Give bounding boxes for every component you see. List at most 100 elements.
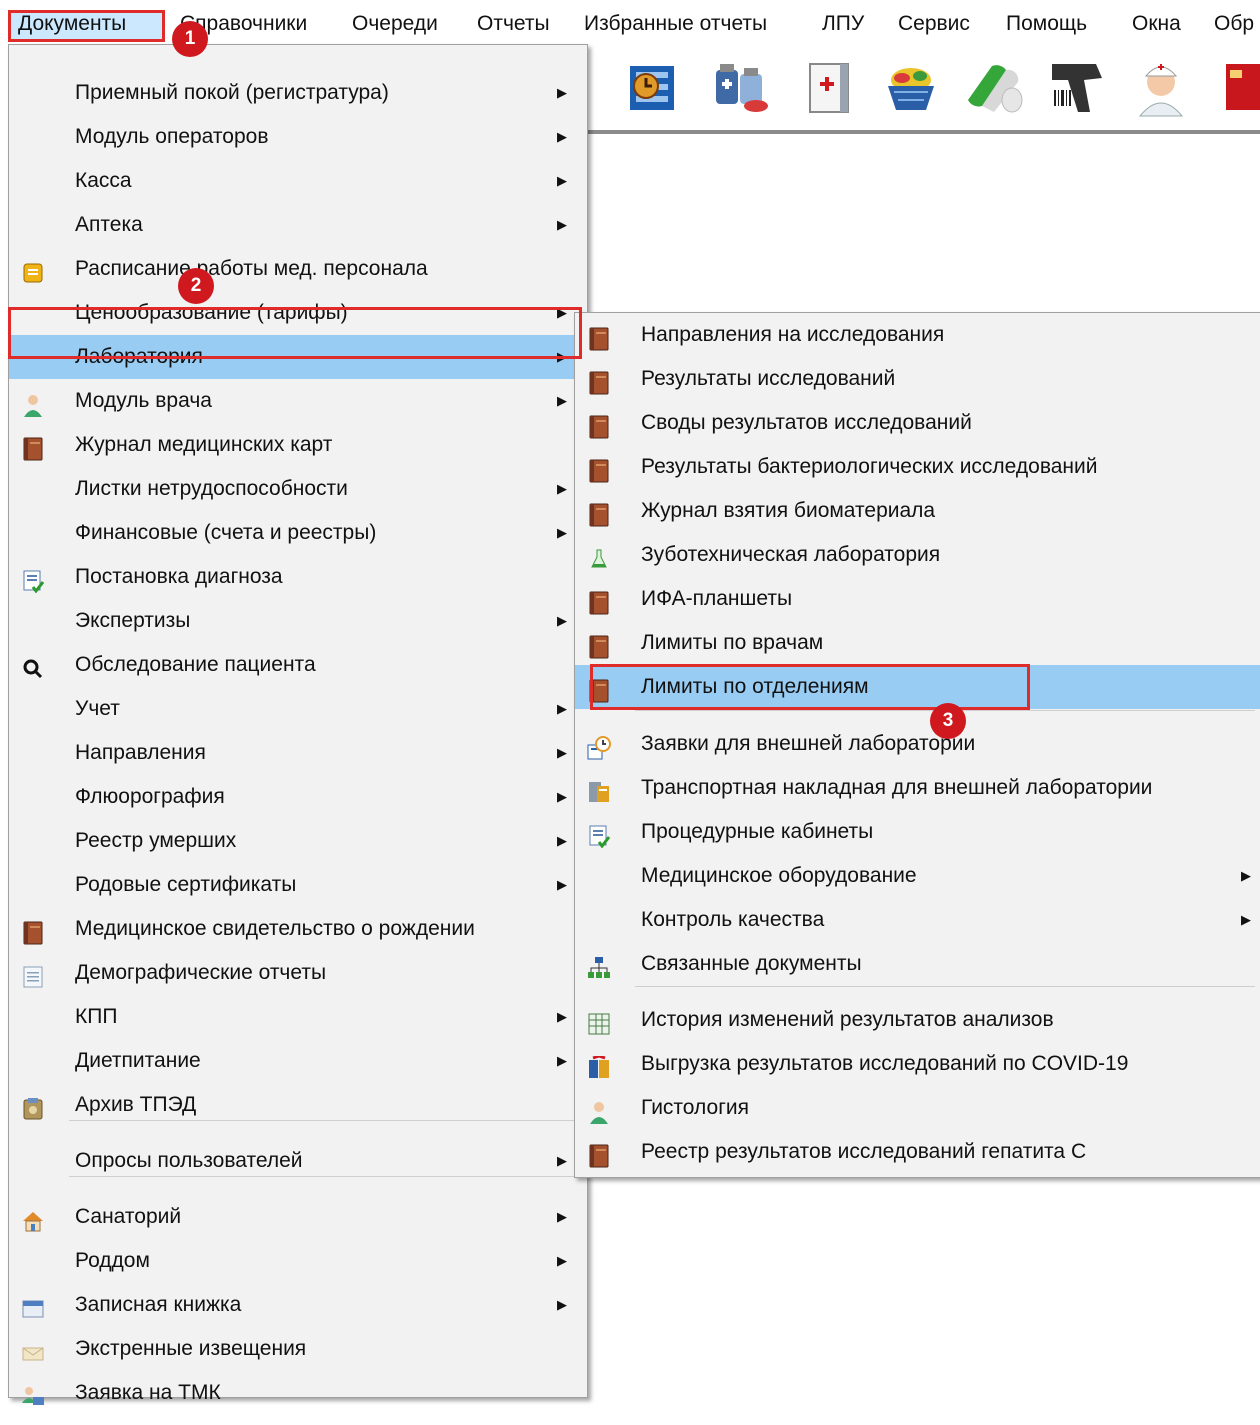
sub_menu-item[interactable]: Журнал взятия биоматериала bbox=[575, 489, 1260, 533]
main_menu-item[interactable]: Модуль врача ▶ bbox=[9, 379, 585, 423]
menu-windows[interactable]: Окна bbox=[1132, 10, 1181, 40]
main_menu-item[interactable]: Обследование пациента bbox=[9, 643, 585, 687]
sub_menu-item[interactable]: Зуботехническая лаборатория bbox=[575, 533, 1260, 577]
sub_menu-item[interactable]: История изменений результатов анализов bbox=[575, 998, 1260, 1042]
book-icon bbox=[587, 587, 611, 615]
submenu-arrow-icon: ▶ bbox=[557, 217, 567, 232]
main_menu-item-label: Постановка диагноза bbox=[75, 565, 283, 588]
main_menu-item[interactable]: Экспертизы ▶ bbox=[9, 599, 585, 643]
sub_menu-item[interactable]: Направления на исследования bbox=[575, 313, 1260, 357]
department-limits-highlight-frame bbox=[590, 664, 1030, 710]
sub_menu-item[interactable]: Транспортная накладная для внешней лабор… bbox=[575, 766, 1260, 810]
archive-icon bbox=[21, 1093, 45, 1120]
sub_menu-item-label: Выгрузка результатов исследований по COV… bbox=[641, 1052, 1129, 1075]
main_menu-item[interactable]: Экстренные извещения bbox=[9, 1327, 585, 1371]
main_menu-item[interactable]: Модуль операторов ▶ bbox=[9, 115, 585, 159]
submenu-arrow-icon: ▶ bbox=[557, 173, 567, 188]
sub_menu-item-label: Медицинское оборудование bbox=[641, 864, 917, 887]
submenu-arrow-icon: ▶ bbox=[557, 789, 567, 804]
table-icon bbox=[587, 1008, 611, 1035]
menu-reports[interactable]: Отчеты bbox=[477, 10, 550, 40]
red-folder-icon[interactable] bbox=[1222, 56, 1260, 118]
barcode-scanner-icon[interactable] bbox=[1046, 56, 1108, 118]
document-clock-icon[interactable] bbox=[622, 56, 684, 118]
pills-basket-icon[interactable] bbox=[880, 56, 942, 118]
main_menu-item-label: Санаторий bbox=[75, 1205, 182, 1228]
submenu-arrow-icon: ▶ bbox=[557, 85, 567, 100]
main_menu-item[interactable]: Медицинское свидетельство о рождении bbox=[9, 907, 585, 951]
main_menu-item[interactable]: Демографические отчеты bbox=[9, 951, 585, 995]
main_menu-item[interactable]: Реестр умерших ▶ bbox=[9, 819, 585, 863]
medical-book-icon[interactable] bbox=[798, 56, 860, 118]
main_menu-item[interactable]: Финансовые (счета и реестры) ▶ bbox=[9, 511, 585, 555]
main_menu-item[interactable]: Листки нетрудоспособности ▶ bbox=[9, 467, 585, 511]
submenu-arrow-icon: ▶ bbox=[557, 745, 567, 760]
main_menu-item[interactable]: Расписание работы мед. персонала bbox=[9, 247, 585, 291]
sub_menu-item[interactable]: Связанные документы bbox=[575, 942, 1260, 986]
sub_menu-item[interactable]: Контроль качества ▶ bbox=[575, 898, 1260, 942]
menu-more[interactable]: Обр bbox=[1214, 10, 1254, 40]
sub_menu-item[interactable]: Результаты бактериологических исследован… bbox=[575, 445, 1260, 489]
main_menu-item-label: Обследование пациента bbox=[75, 653, 316, 676]
main_menu-item[interactable]: Роддом ▶ bbox=[9, 1239, 585, 1283]
main_menu-item[interactable]: Родовые сертификаты ▶ bbox=[9, 863, 585, 907]
sub_menu-item[interactable]: Медицинское оборудование ▶ bbox=[575, 854, 1260, 898]
schedule-icon bbox=[21, 257, 45, 283]
step-badge-1: 1 bbox=[172, 21, 208, 57]
main_menu-item-label: Диетпитание bbox=[75, 1049, 201, 1072]
main_menu-item-label: Заявка на ТМК bbox=[75, 1381, 221, 1404]
main_menu-item[interactable]: Касса ▶ bbox=[9, 159, 585, 203]
submenu-arrow-icon: ▶ bbox=[557, 1053, 567, 1068]
sub_menu-item-label: Лимиты по врачам bbox=[641, 631, 824, 654]
main_menu-item[interactable]: Диетпитание ▶ bbox=[9, 1039, 585, 1083]
main_menu-item[interactable]: Постановка диагноза bbox=[9, 555, 585, 599]
sub_menu-item[interactable]: Выгрузка результатов исследований по COV… bbox=[575, 1042, 1260, 1086]
doctor-icon bbox=[587, 1096, 611, 1124]
submenu-arrow-icon: ▶ bbox=[557, 833, 567, 848]
medicine-bottles-icon[interactable] bbox=[710, 56, 772, 118]
sub_menu-item[interactable]: Реестр результатов исследований гепатита… bbox=[575, 1130, 1260, 1174]
main_menu-item[interactable]: Санаторий ▶ bbox=[9, 1195, 585, 1239]
main_menu-item-label: КПП bbox=[75, 1005, 118, 1028]
main_menu-item[interactable]: Флюорография ▶ bbox=[9, 775, 585, 819]
menu-service[interactable]: Сервис bbox=[898, 10, 970, 40]
nurse-icon[interactable] bbox=[1130, 56, 1192, 118]
laboratory-submenu: Направления на исследования Результаты ис… bbox=[574, 312, 1260, 1178]
capsule-icon[interactable] bbox=[962, 56, 1024, 118]
main_menu-item[interactable]: Приемный покой (регистратура) ▶ bbox=[9, 71, 585, 115]
sub_menu-item-label: Транспортная накладная для внешней лабор… bbox=[641, 776, 1153, 799]
sub_menu-item[interactable]: Процедурные кабинеты bbox=[575, 810, 1260, 854]
main_menu-item[interactable]: Записная книжка ▶ bbox=[9, 1283, 585, 1327]
step-badge-3: 3 bbox=[930, 703, 966, 739]
sub_menu-item[interactable]: Лимиты по врачам bbox=[575, 621, 1260, 665]
main_menu-item[interactable]: Журнал медицинских карт bbox=[9, 423, 585, 467]
menu-favorite-reports[interactable]: Избранные отчеты bbox=[584, 10, 767, 40]
submenu-arrow-icon: ▶ bbox=[557, 613, 567, 628]
menu-help[interactable]: Помощь bbox=[1006, 10, 1087, 40]
submenu-arrow-icon: ▶ bbox=[557, 481, 567, 496]
menu-lpu[interactable]: ЛПУ bbox=[822, 10, 864, 40]
sub_menu-item[interactable]: Заявки для внешней лаборатории bbox=[575, 722, 1260, 766]
main_menu-item[interactable]: КПП ▶ bbox=[9, 995, 585, 1039]
waybill-icon bbox=[587, 776, 611, 802]
main_menu-item[interactable]: Учет ▶ bbox=[9, 687, 585, 731]
submenu-arrow-icon: ▶ bbox=[557, 1253, 567, 1268]
main_menu-item[interactable]: Направления ▶ bbox=[9, 731, 585, 775]
flask-icon bbox=[587, 543, 611, 568]
sub_menu-item[interactable]: Результаты исследований bbox=[575, 357, 1260, 401]
main_menu-item[interactable]: Аптека ▶ bbox=[9, 203, 585, 247]
main_menu-item-label: Учет bbox=[75, 697, 120, 720]
main_menu-item-label: Модуль врача bbox=[75, 389, 212, 412]
submenu-arrow-icon: ▶ bbox=[557, 1009, 567, 1024]
main_menu-item[interactable]: Заявка на ТМК bbox=[9, 1371, 585, 1415]
menu-documents[interactable]: Документы bbox=[18, 10, 126, 40]
sub_menu-item[interactable]: Своды результатов исследований bbox=[575, 401, 1260, 445]
step-badge-2: 2 bbox=[178, 268, 214, 304]
sub_menu-item[interactable]: Гистология bbox=[575, 1086, 1260, 1130]
sub_menu-item[interactable]: ИФА-планшеты bbox=[575, 577, 1260, 621]
submenu-arrow-icon: ▶ bbox=[557, 393, 567, 408]
book-icon bbox=[587, 323, 611, 351]
menu-separator bbox=[69, 1120, 579, 1121]
menu-queues[interactable]: Очереди bbox=[352, 10, 438, 40]
sub_menu-item-label: Результаты бактериологических исследован… bbox=[641, 455, 1098, 478]
